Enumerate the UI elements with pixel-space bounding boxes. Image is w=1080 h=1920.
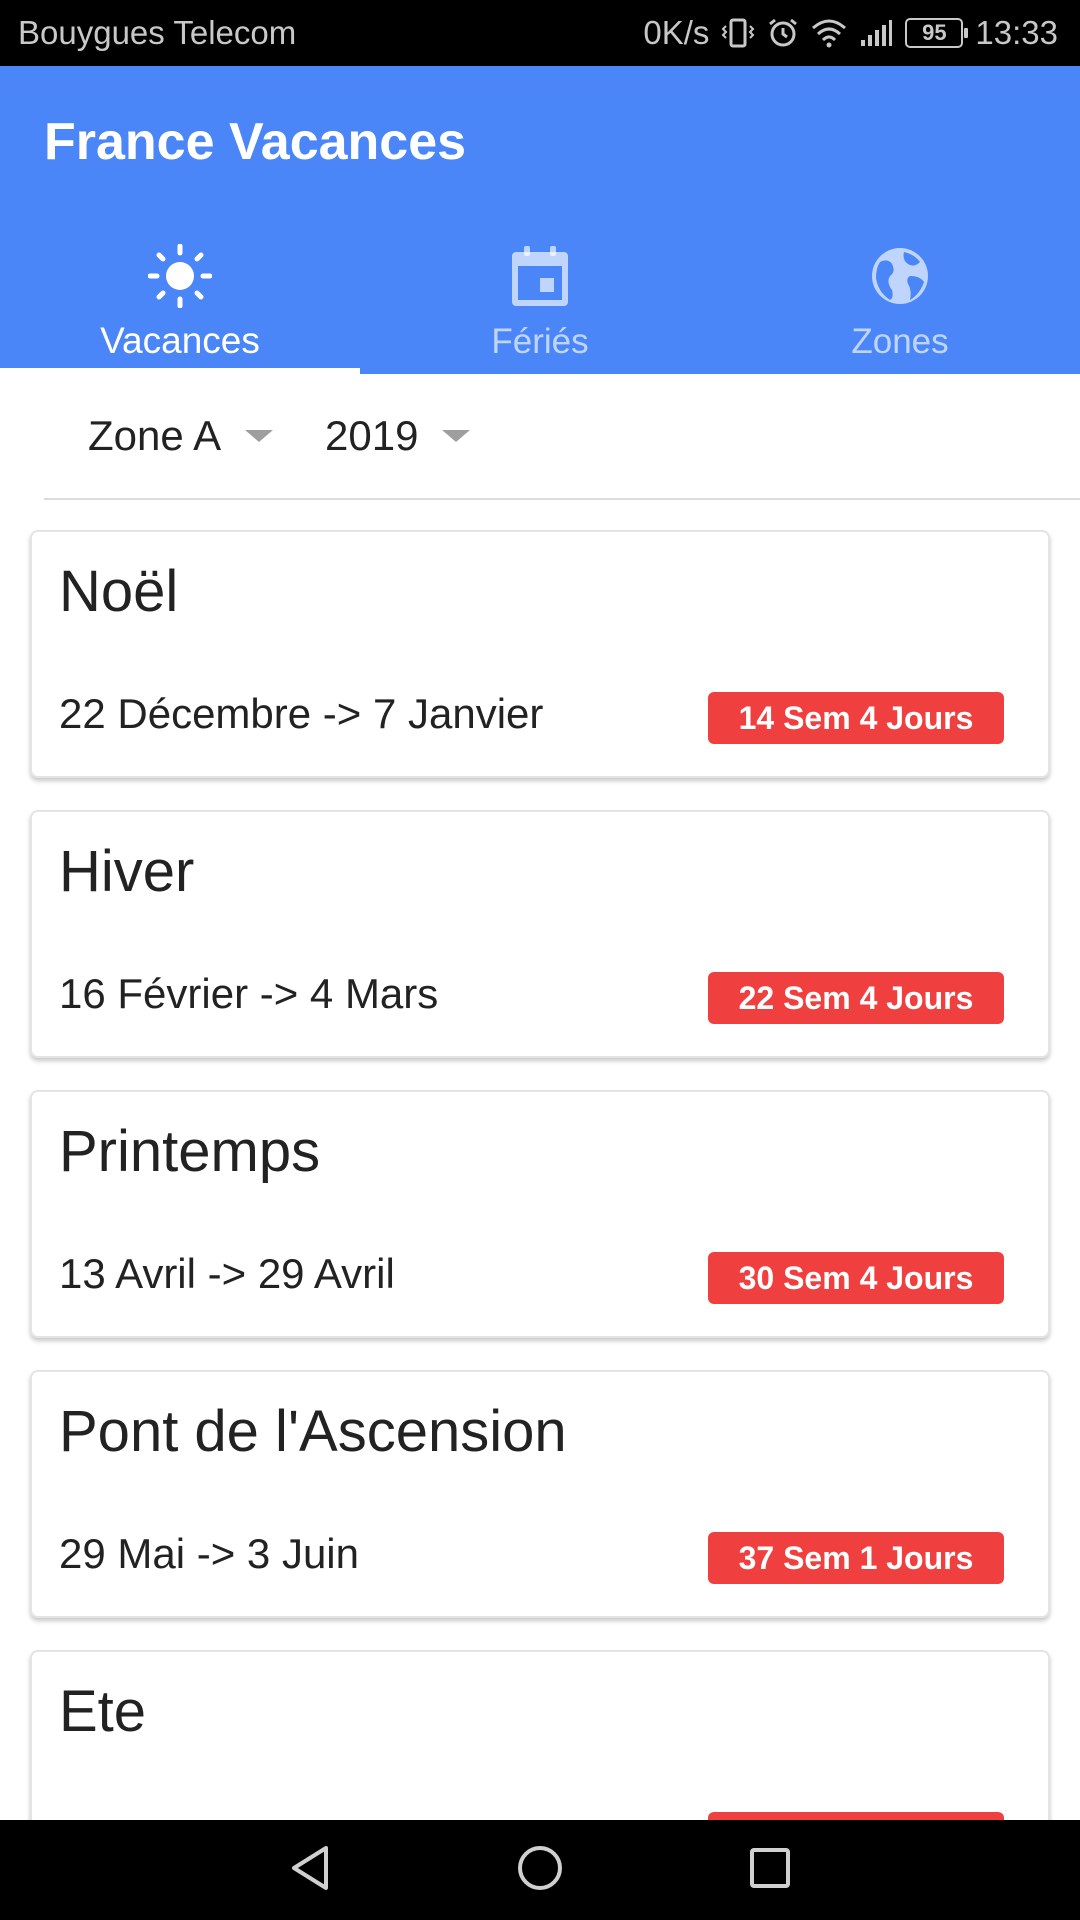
tab-label: Fériés: [491, 322, 589, 361]
back-button[interactable]: [270, 1830, 350, 1910]
alarm-icon: [767, 17, 799, 49]
app-bar: France Vacances Vacances Fériés Zones: [0, 66, 1080, 374]
tab-vacances[interactable]: Vacances: [0, 234, 360, 374]
caret-down-icon: [442, 430, 471, 442]
countdown-badge: 14 Sem 4 Jours: [708, 692, 1004, 744]
zone-value: Zone A: [88, 412, 222, 459]
tab-label: Zones: [851, 322, 949, 361]
year-value: 2019: [325, 412, 419, 459]
home-icon: [516, 1844, 564, 1897]
network-speed: 0K/s: [643, 14, 710, 51]
divider: [44, 498, 1080, 500]
filter-row: Zone A 2019: [0, 374, 1080, 500]
holiday-dates: 13 Avril -> 29 Avril: [59, 1250, 395, 1297]
holiday-card[interactable]: Hiver 16 Février -> 4 Mars 22 Sem 4 Jour…: [30, 810, 1050, 1058]
screen: Bouygues Telecom 0K/s 95 13:33 France Va…: [0, 0, 1080, 1920]
year-dropdown[interactable]: 2019: [325, 412, 471, 460]
navigation-bar: [0, 1820, 1080, 1920]
tab-bar: Vacances Fériés Zones: [0, 234, 1080, 374]
wifi-icon: [811, 18, 847, 48]
holiday-name: Pont de l'Ascension: [59, 1399, 567, 1464]
app-title: France Vacances: [44, 113, 467, 171]
recents-icon: [748, 1846, 792, 1895]
caret-down-icon: [245, 430, 274, 442]
calendar-icon: [508, 244, 572, 308]
holiday-name: Hiver: [59, 839, 195, 904]
holiday-name: Noël: [59, 559, 179, 624]
recents-button[interactable]: [730, 1830, 810, 1910]
zone-dropdown[interactable]: Zone A: [88, 412, 274, 460]
status-icons: 0K/s 95 13:33: [643, 14, 1058, 52]
countdown-badge: 37 Sem 1 Jours: [708, 1532, 1004, 1584]
status-bar: Bouygues Telecom 0K/s 95 13:33: [0, 0, 1080, 66]
tab-feries[interactable]: Fériés: [360, 234, 720, 374]
holiday-dates: 16 Février -> 4 Mars: [59, 970, 439, 1017]
holiday-card[interactable]: Noël 22 Décembre -> 7 Janvier 14 Sem 4 J…: [30, 530, 1050, 778]
countdown-badge: 22 Sem 4 Jours: [708, 972, 1004, 1024]
signal-icon: [859, 18, 893, 48]
holiday-card[interactable]: Pont de l'Ascension 29 Mai -> 3 Juin 37 …: [30, 1370, 1050, 1618]
holiday-name: Printemps: [59, 1119, 321, 1184]
battery-icon: 95: [905, 18, 969, 48]
sun-icon: [148, 244, 212, 308]
holiday-dates: 29 Mai -> 3 Juin: [59, 1530, 359, 1577]
globe-icon: [868, 244, 932, 308]
holiday-name: Ete: [59, 1679, 147, 1744]
holiday-card[interactable]: Printemps 13 Avril -> 29 Avril 30 Sem 4 …: [30, 1090, 1050, 1338]
carrier-label: Bouygues Telecom: [18, 14, 297, 51]
back-icon: [288, 1844, 332, 1897]
tab-label: Vacances: [100, 320, 260, 361]
home-button[interactable]: [500, 1830, 580, 1910]
holiday-dates: 22 Décembre -> 7 Janvier: [59, 690, 544, 737]
vibrate-icon: [721, 18, 755, 48]
tab-zones[interactable]: Zones: [720, 234, 1080, 374]
clock: 13:33: [975, 14, 1058, 51]
countdown-badge: 30 Sem 4 Jours: [708, 1252, 1004, 1304]
